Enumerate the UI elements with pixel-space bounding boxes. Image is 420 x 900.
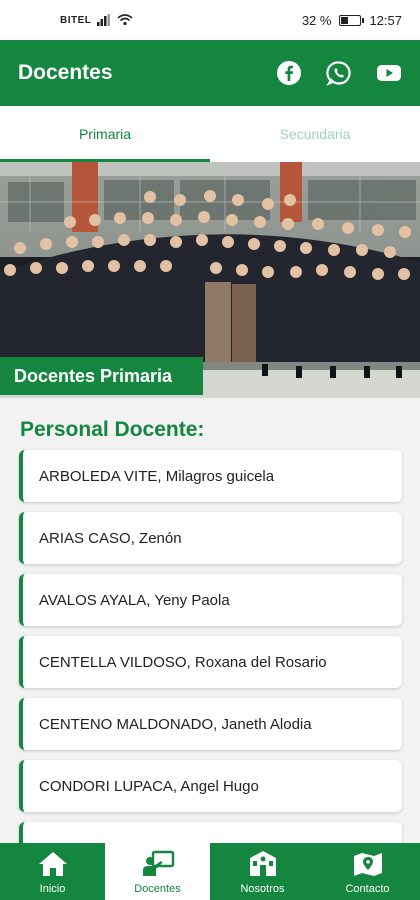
bottom-nav: Inicio Docentes Nosotros Contacto xyxy=(0,843,420,900)
nav-contacto[interactable]: Contacto xyxy=(315,843,420,900)
list-item[interactable]: CONDORI LUPACA, Angel Hugo xyxy=(19,760,402,812)
app-bar: Docentes xyxy=(0,40,420,106)
tab-secundaria[interactable]: Secundaria xyxy=(210,106,420,162)
youtube-icon[interactable] xyxy=(376,60,402,86)
facebook-icon[interactable] xyxy=(276,60,302,86)
home-icon xyxy=(38,851,67,876)
clock: 12:57 xyxy=(369,12,402,28)
nav-label: Contacto xyxy=(345,882,390,895)
hero-label: Docentes Primaria xyxy=(0,357,203,395)
tab-primaria[interactable]: Primaria xyxy=(0,106,210,162)
list-item[interactable]: ARBOLEDA VITE, Milagros guicela xyxy=(19,450,402,502)
nav-label: Docentes xyxy=(134,882,181,895)
nav-nosotros[interactable]: Nosotros xyxy=(210,843,315,900)
list-item[interactable]: ARIAS CASO, Zenón xyxy=(19,512,402,564)
teacher-list: ARBOLEDA VITE, Milagros guicela ARIAS CA… xyxy=(19,450,402,884)
nav-docentes[interactable]: Docentes xyxy=(105,843,210,900)
tab-label: Secundaria xyxy=(279,126,351,142)
hero-banner: Docentes Primaria xyxy=(0,162,420,398)
battery-percent: 32 % xyxy=(301,12,332,28)
whatsapp-icon[interactable] xyxy=(326,60,352,86)
map-icon xyxy=(353,852,382,876)
signal-icon xyxy=(97,14,111,26)
nav-inicio[interactable]: Inicio xyxy=(0,843,105,900)
list-item[interactable]: CENTENO MALDONADO, Janeth Alodia xyxy=(19,698,402,750)
school-icon xyxy=(249,850,276,876)
nav-label: Nosotros xyxy=(240,882,285,895)
status-bar: BITEL 32 % 12:57 xyxy=(0,0,420,40)
section-title: Personal Docente: xyxy=(20,418,205,441)
tab-label: Primaria xyxy=(78,126,132,142)
list-item[interactable]: CENTELLA VILDOSO, Roxana del Rosario xyxy=(19,636,402,688)
nav-label: Inicio xyxy=(39,882,66,895)
battery-icon xyxy=(339,14,365,26)
carrier-label: BITEL xyxy=(60,14,92,26)
teacher-icon xyxy=(142,850,174,876)
list-item[interactable]: AVALOS AYALA, Yeny Paola xyxy=(19,574,402,626)
page-title: Docentes xyxy=(18,61,113,84)
social-links xyxy=(276,60,402,86)
level-tabs: Primaria Secundaria xyxy=(0,106,420,162)
battery-fill xyxy=(341,16,348,24)
wifi-icon xyxy=(117,14,133,26)
